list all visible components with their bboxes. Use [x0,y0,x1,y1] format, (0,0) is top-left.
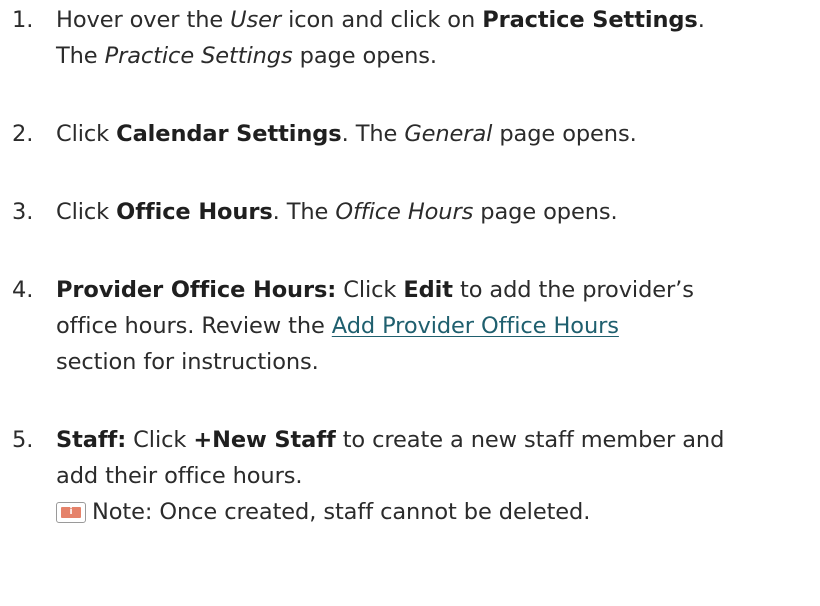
ui-term-office-hours: Office Hours [335,199,474,225]
ui-label-provider-office-hours: Provider Office Hours: [56,277,337,303]
ui-action-edit: Edit [403,277,453,303]
step-text: Click [56,199,117,225]
step-text: icon and click on [281,7,483,33]
step-text: page opens. [292,43,437,69]
step-number: 4. [12,277,34,303]
step-text: section for instructions. [56,349,319,375]
step-4-line-3: section for instructions. [56,344,810,380]
ui-term-general: General [404,121,493,147]
info-icon-glyph: i [61,507,81,518]
step-5-line-1: Staff: Click +New Staff to create a new … [56,422,810,458]
ui-label-staff: Staff: [56,427,127,453]
ui-action-practice-settings: Practice Settings [482,7,698,33]
step-1-line-1: Hover over the User icon and click on Pr… [56,2,810,38]
step-2-line-1: Click Calendar Settings. The General pag… [56,116,810,152]
step-text: Click [126,427,194,453]
ui-term-user: User [230,7,282,33]
ui-action-office-hours: Office Hours [116,199,273,225]
step-4-line-1: Provider Office Hours: Click Edit to add… [56,272,810,308]
steps-list: 1. Hover over the User icon and click on… [12,2,810,530]
add-provider-office-hours-link[interactable]: Add Provider Office Hours [332,313,619,339]
step-number: 5. [12,427,34,453]
step-text: Hover over the [56,7,231,33]
step-text: add their office hours. [56,463,303,489]
step-5: 5. Staff: Click +New Staff to create a n… [12,422,810,530]
step-text: . The [272,199,336,225]
step-4-line-2: office hours. Review the Add Provider Of… [56,308,810,344]
step-text: . The [341,121,405,147]
step-1-line-2: The Practice Settings page opens. [56,38,810,74]
step-2: 2. Click Calendar Settings. The General … [12,116,810,152]
step-3-line-1: Click Office Hours. The Office Hours pag… [56,194,810,230]
step-1: 1. Hover over the User icon and click on… [12,2,810,74]
ui-action-calendar-settings: Calendar Settings [116,121,342,147]
step-5-note: i Note: Once created, staff cannot be del… [56,494,810,530]
step-text: Click [56,121,117,147]
info-icon: i [56,502,86,523]
step-number: 3. [12,199,34,225]
step-number: 1. [12,7,34,33]
step-5-line-2: add their office hours. [56,458,810,494]
ui-action-new-staff: +New Staff [193,427,336,453]
step-text: Click [336,277,404,303]
step-text: The [56,43,105,69]
note-text: Note: Once created, staff cannot be dele… [92,499,591,525]
ui-term-practice-settings: Practice Settings [104,43,293,69]
step-text: page opens. [473,199,618,225]
step-text: page opens. [492,121,637,147]
step-text: office hours. Review the [56,313,332,339]
step-text: . [697,7,705,33]
step-text: to add the provider’s [452,277,694,303]
step-text: to create a new staff member and [335,427,725,453]
instructions-page: 1. Hover over the User icon and click on… [0,0,820,606]
step-3: 3. Click Office Hours. The Office Hours … [12,194,810,230]
step-4: 4. Provider Office Hours: Click Edit to … [12,272,810,380]
step-number: 2. [12,121,34,147]
